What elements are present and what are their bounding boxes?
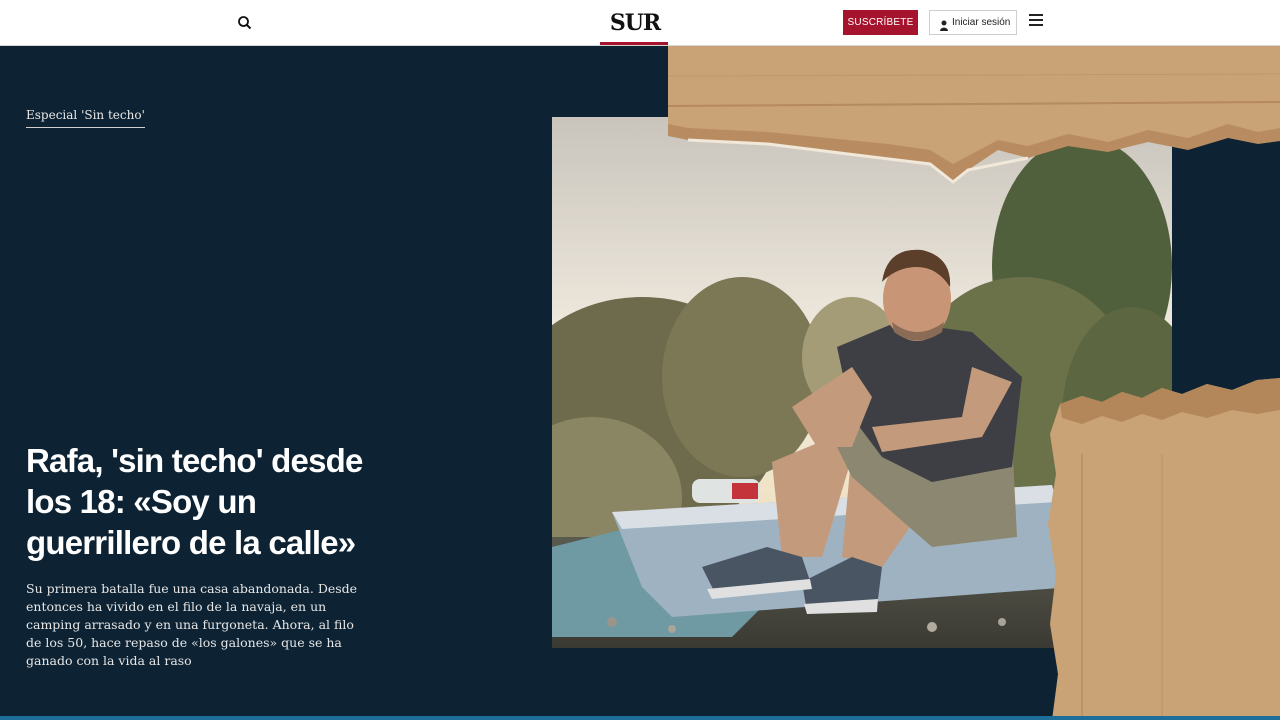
logo-underline (600, 42, 668, 45)
login-button[interactable]: Iniciar sesión (929, 10, 1017, 35)
section-kicker[interactable]: Especial 'Sin techo' (26, 108, 145, 128)
search-icon[interactable] (234, 12, 256, 34)
bottom-accent-line (0, 716, 1280, 720)
cardboard-decoration-top (667, 46, 1280, 186)
site-header: SUR SUSCRÍBETE Iniciar sesión (0, 0, 1280, 46)
subscribe-button[interactable]: SUSCRÍBETE (843, 10, 918, 35)
article-deck: Su primera batalla fue una casa abandona… (26, 581, 358, 668)
article-headline[interactable]: Rafa, 'sin techo' desde los 18: «Soy un … (26, 440, 366, 563)
cardboard-decoration-right (1042, 374, 1280, 720)
hamburger-menu-icon[interactable] (1029, 14, 1043, 28)
user-icon (939, 17, 949, 31)
site-logo[interactable]: SUR (600, 9, 670, 45)
login-label: Iniciar sesión (952, 17, 1011, 28)
